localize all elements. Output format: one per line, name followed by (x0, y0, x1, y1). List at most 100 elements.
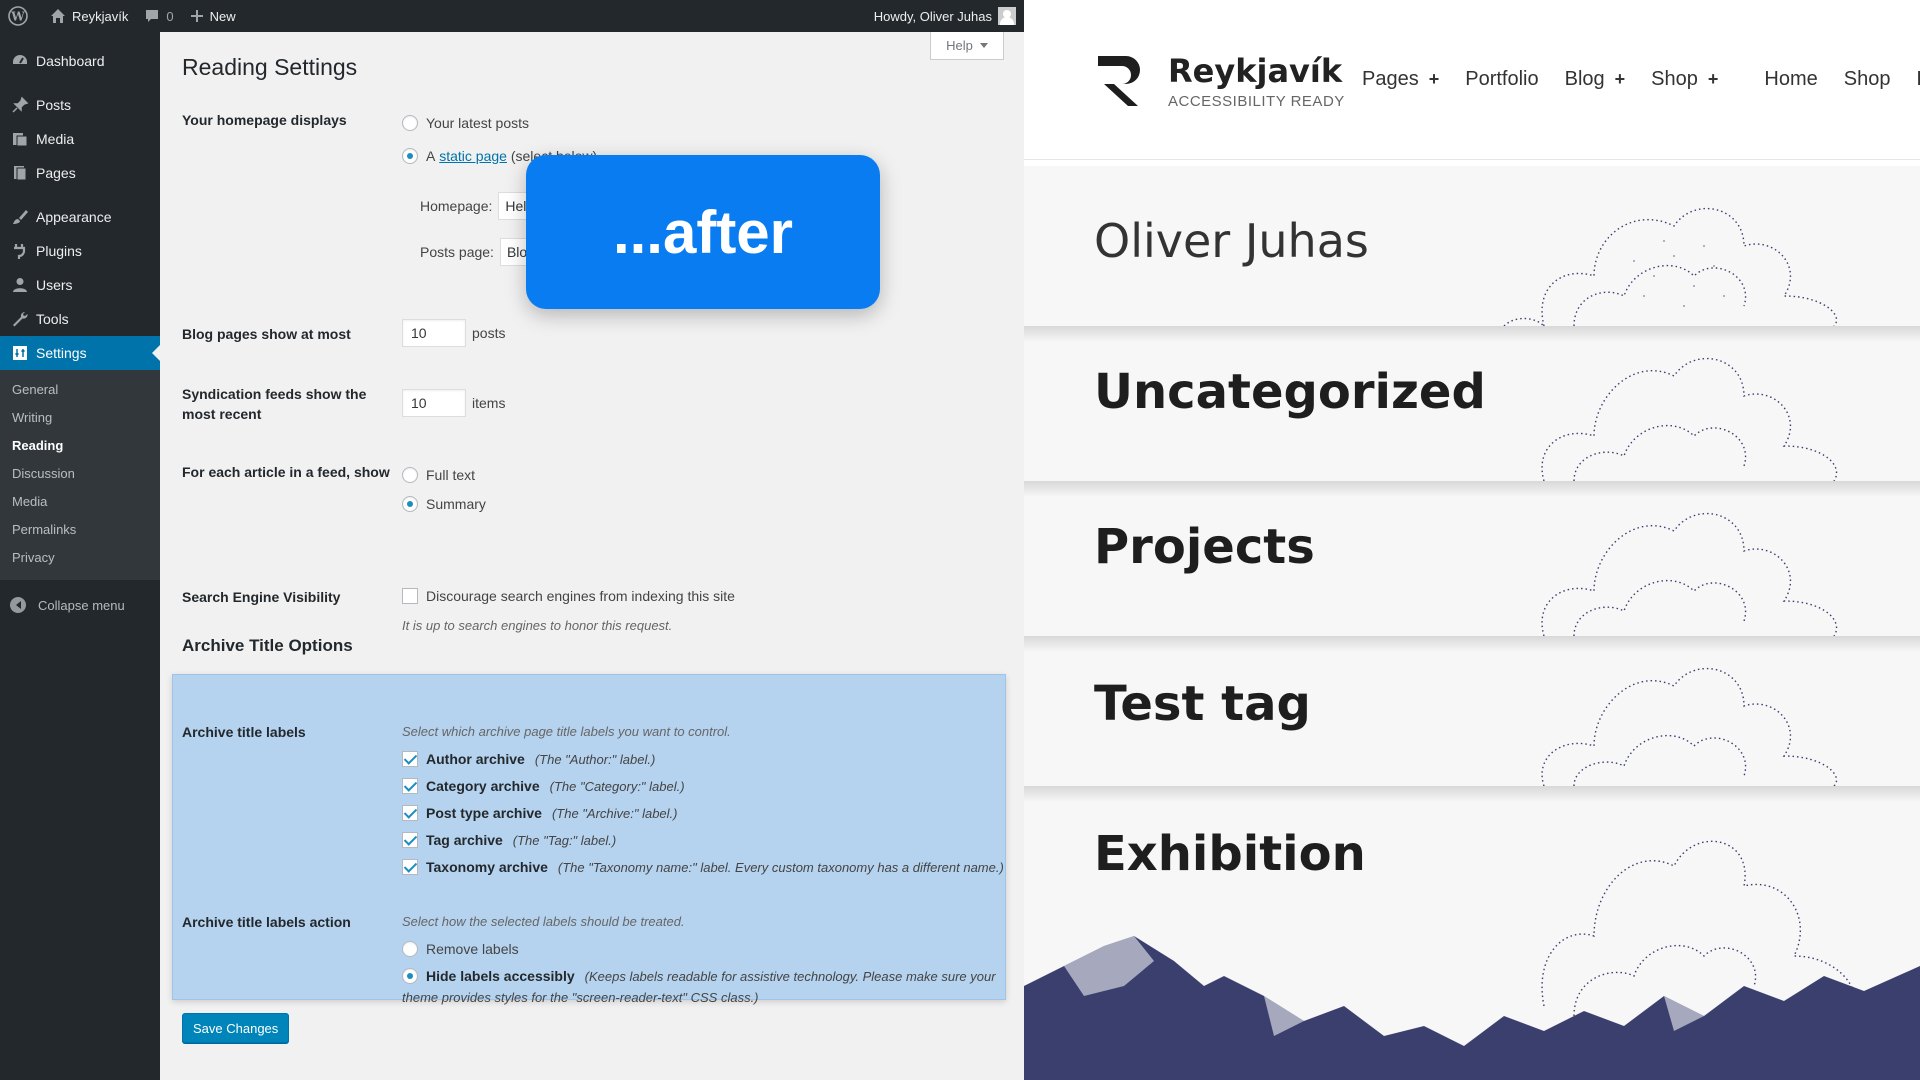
full-text-label: Full text (426, 467, 476, 483)
archive-options-heading: Archive Title Options (182, 636, 353, 655)
media-icon (10, 129, 30, 149)
archive-title: Test tag (1094, 676, 1311, 732)
discourage-search-label: Discourage search engines from indexing … (426, 588, 735, 604)
sidebar-item-tools[interactable]: Tools (0, 302, 160, 336)
hide-labels-note-line2: theme provides styles for the "screen-re… (402, 990, 759, 1005)
hide-labels-option[interactable]: Hide labels accessibly (Keeps labels rea… (402, 968, 996, 1005)
syndication-label: Syndication feeds show the most recent (182, 384, 366, 424)
plug-icon (10, 241, 30, 261)
checkbox-tag-archive[interactable] (402, 832, 418, 848)
collapse-menu-button[interactable]: Collapse menu (0, 588, 160, 622)
blog-pages-input[interactable]: 10 (402, 319, 466, 347)
latest-posts-option[interactable]: Your latest posts (402, 115, 529, 131)
checkbox-taxonomy-archive[interactable] (402, 859, 418, 875)
checkbox-discourage-search[interactable] (402, 588, 418, 604)
radio-hide-labels[interactable] (402, 968, 418, 984)
chevron-down-icon (979, 43, 988, 52)
archive-title: Exhibition (1094, 826, 1366, 882)
comments-count: 0 (166, 8, 174, 24)
nav-item-portfolio[interactable]: Portfolio (1465, 68, 1538, 91)
page-title: Reading Settings (182, 54, 358, 80)
collapse-icon (10, 597, 26, 613)
pages-icon (10, 163, 30, 183)
help-button[interactable]: Help (930, 32, 1004, 60)
nav-item-pages[interactable]: Pages + (1362, 68, 1439, 91)
nav-item-shop-2[interactable]: Shop (1844, 68, 1891, 91)
sidebar-item-pages[interactable]: Pages (0, 156, 160, 190)
comments-link[interactable]: 0 (136, 0, 181, 32)
homepage-select-label: Homepage: (420, 198, 493, 214)
radio-static-page[interactable] (402, 148, 418, 164)
nav-item-label: Home (1764, 68, 1818, 90)
my-account-link[interactable]: Howdy, Oliver Juhas (866, 0, 1024, 32)
archive-option-post-type[interactable]: Post type archive (The "Archive:" label.… (402, 805, 678, 821)
archive-option-name: Author archive (426, 751, 525, 767)
archive-action-desc: Select how the selected labels should be… (402, 914, 685, 929)
sidebar-item-media[interactable]: Media (0, 122, 160, 156)
cloud-illustration (1541, 512, 1838, 636)
site-name: Reykjavík (72, 8, 129, 24)
nav-item-label: Pages (1362, 68, 1419, 90)
remove-labels-option[interactable]: Remove labels (402, 941, 519, 957)
remove-labels-label: Remove labels (426, 941, 519, 957)
submenu-item-discussion[interactable]: Discussion (0, 460, 160, 488)
site-title[interactable]: Reykjavík (1168, 52, 1342, 90)
save-changes-button[interactable]: Save Changes (182, 1013, 290, 1043)
user-icon (10, 275, 30, 295)
new-content-link[interactable]: New (182, 0, 244, 32)
submenu-item-general[interactable]: General (0, 376, 160, 404)
static-page-prefix: A (426, 148, 436, 164)
archive-action-label: Archive title labels action (182, 914, 351, 930)
search-visibility-option[interactable]: Discourage search engines from indexing … (402, 588, 735, 604)
search-visibility-label: Search Engine Visibility (182, 589, 341, 605)
submenu-item-privacy[interactable]: Privacy (0, 544, 160, 572)
sidebar-item-plugins[interactable]: Plugins (0, 234, 160, 268)
archive-option-note: (The "Author:" label.) (534, 751, 656, 767)
sidebar-item-appearance[interactable]: Appearance (0, 200, 160, 234)
nav-item-shop[interactable]: Shop + (1651, 68, 1718, 91)
full-text-option[interactable]: Full text (402, 467, 475, 483)
archive-option-author[interactable]: Author archive (The "Author:" label.) (402, 751, 655, 767)
archive-option-category[interactable]: Category archive (The "Category:" label.… (402, 778, 685, 794)
nav-item-rt[interactable]: RT (1916, 68, 1920, 91)
syndication-input[interactable]: 10 (402, 389, 466, 417)
sidebar-item-posts[interactable]: Posts (0, 88, 160, 122)
checkbox-category-archive[interactable] (402, 778, 418, 794)
plus-icon: + (1614, 69, 1626, 89)
sidebar-item-settings[interactable]: Settings (0, 336, 160, 370)
sidebar-item-label: Plugins (36, 243, 82, 259)
archive-band-author: Oliver Juhas (1024, 166, 1920, 326)
wordpress-logo[interactable]: W (0, 0, 42, 32)
sidebar-item-dashboard[interactable]: Dashboard (0, 44, 160, 78)
checkbox-post-type-archive[interactable] (402, 805, 418, 821)
submenu-item-reading[interactable]: Reading (0, 432, 160, 460)
site-header: Reykjavík ACCESSIBILITY READY Pages + Por… (1024, 0, 1920, 160)
archive-option-taxonomy[interactable]: Taxonomy archive (The "Taxonomy name:" l… (402, 859, 1004, 875)
homepage-displays-label: Your homepage displays (182, 112, 347, 128)
radio-full-text[interactable] (402, 467, 418, 483)
radio-remove-labels[interactable] (402, 941, 418, 957)
archive-option-note: (The "Taxonomy name:" label. Every custo… (557, 859, 1004, 875)
sidebar-item-users[interactable]: Users (0, 268, 160, 302)
site-preview: Reykjavík ACCESSIBILITY READY Pages + Por… (1024, 0, 1920, 1080)
radio-summary[interactable] (402, 496, 418, 512)
site-tagline: ACCESSIBILITY READY (1168, 93, 1345, 110)
submenu-item-writing[interactable]: Writing (0, 404, 160, 432)
reykjavik-logo-icon (1098, 56, 1140, 106)
wrench-icon (10, 309, 30, 329)
submenu-item-permalinks[interactable]: Permalinks (0, 516, 160, 544)
nav-item-home[interactable]: Home (1764, 68, 1817, 91)
checkbox-author-archive[interactable] (402, 751, 418, 767)
archive-option-note: (The "Archive:" label.) (551, 805, 678, 821)
radio-latest-posts[interactable] (402, 115, 418, 131)
submenu-item-media[interactable]: Media (0, 488, 160, 516)
archive-title: Projects (1094, 519, 1315, 575)
summary-option[interactable]: Summary (402, 496, 486, 512)
site-name-link[interactable]: Reykjavík (42, 0, 136, 32)
nav-item-blog[interactable]: Blog + (1565, 68, 1626, 91)
sidebar-item-label: Users (36, 277, 73, 293)
static-page-link[interactable]: static page (439, 148, 507, 164)
archive-option-tag[interactable]: Tag archive (The "Tag:" label.) (402, 832, 616, 848)
archive-band-exhibition: Exhibition (1024, 786, 1920, 1080)
plus-icon: + (1428, 69, 1440, 89)
